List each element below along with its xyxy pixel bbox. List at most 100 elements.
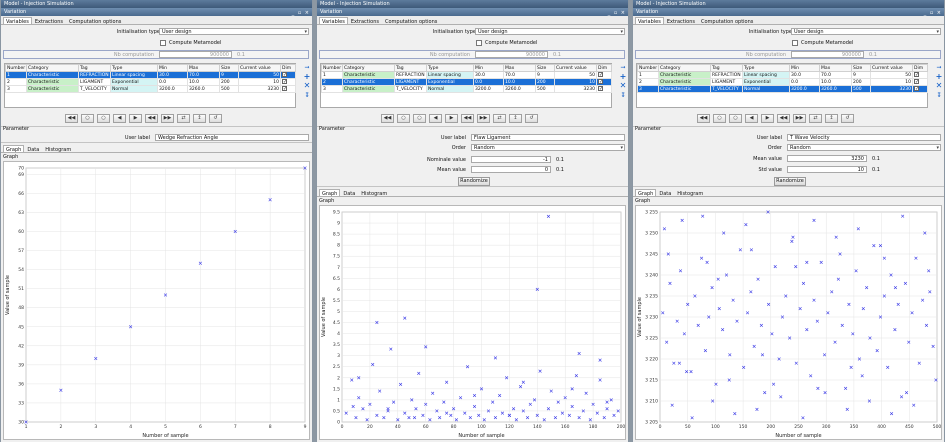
- column-header[interactable]: Type: [742, 64, 790, 72]
- rewind-icon[interactable]: ◀◀: [461, 114, 474, 123]
- table-row[interactable]: 1 Characteristic REFRACTION Linear spacing 3…: [637, 71, 928, 79]
- column-header[interactable]: Category: [342, 64, 395, 72]
- column-header[interactable]: Dim: [280, 64, 296, 72]
- window-controls[interactable]: _ ▫ ×: [292, 9, 310, 17]
- column-header[interactable]: Number: [321, 64, 343, 72]
- column-header[interactable]: Min: [789, 64, 820, 72]
- arrow-down-icon[interactable]: ↧: [619, 92, 627, 100]
- dim-checkbox[interactable]: ✓: [596, 71, 612, 79]
- tab-computation-options[interactable]: Computation options: [698, 17, 756, 25]
- last-icon[interactable]: ▶▶: [793, 114, 806, 123]
- table-row[interactable]: 3 Characteristic T_VELOCITY Normal 3200.0 326…: [321, 85, 612, 93]
- tab-variables[interactable]: Variables: [635, 17, 664, 25]
- dim-checkbox[interactable]: ✓: [912, 85, 928, 93]
- column-header[interactable]: Size: [219, 64, 239, 72]
- swap-icon[interactable]: ⇄: [493, 114, 506, 123]
- add-icon[interactable]: +: [935, 73, 943, 81]
- table-row[interactable]: 3 Characteristic T_VELOCITY Normal 3200.0 326…: [5, 85, 296, 93]
- column-header[interactable]: Max: [503, 64, 536, 72]
- tab-histogram[interactable]: Histogram: [358, 189, 390, 197]
- delete-icon[interactable]: ✕: [935, 82, 943, 90]
- randomize-button[interactable]: Randomize: [458, 177, 490, 186]
- first-icon[interactable]: ◀◀: [381, 114, 394, 123]
- nb-computation-input[interactable]: 900000: [475, 51, 548, 58]
- tab-data[interactable]: Data: [656, 189, 674, 197]
- tab-histogram[interactable]: Histogram: [42, 145, 74, 153]
- user-label-input[interactable]: T Wave Velocity: [787, 134, 941, 141]
- nb-computation-input[interactable]: 900000: [159, 51, 232, 58]
- tab-data[interactable]: Data: [340, 189, 358, 197]
- column-header[interactable]: Max: [819, 64, 852, 72]
- arrow-right-icon[interactable]: ➞: [303, 64, 311, 72]
- first-icon[interactable]: ◀◀: [697, 114, 710, 123]
- column-header[interactable]: Tag: [78, 64, 111, 72]
- arrow-down-icon[interactable]: ↧: [303, 92, 311, 100]
- rewind-icon[interactable]: ◀◀: [145, 114, 158, 123]
- column-header[interactable]: Min: [157, 64, 188, 72]
- init-type-select[interactable]: User design: [159, 28, 309, 35]
- compute-metamodel-checkbox[interactable]: [160, 40, 166, 46]
- rewind-icon[interactable]: ◀◀: [777, 114, 790, 123]
- prev-icon[interactable]: ◀: [429, 114, 442, 123]
- mean-value-input[interactable]: 0: [471, 166, 551, 173]
- tab-histogram[interactable]: Histogram: [674, 189, 706, 197]
- std-value-input[interactable]: 10: [787, 166, 867, 173]
- order-select[interactable]: Random: [471, 144, 625, 151]
- dim-checkbox[interactable]: ✓: [912, 71, 928, 79]
- column-header[interactable]: Type: [426, 64, 474, 72]
- table-row[interactable]: 2 Characteristic LIGAMENT Exponential 0.0 10.…: [321, 78, 612, 86]
- delete-icon[interactable]: ✕: [303, 82, 311, 90]
- arrow-down-icon[interactable]: ↧: [935, 92, 943, 100]
- column-header[interactable]: Current value: [870, 64, 913, 72]
- column-header[interactable]: Tag: [710, 64, 743, 72]
- refresh-icon[interactable]: ↺: [841, 114, 854, 123]
- order-select[interactable]: Random: [787, 144, 941, 151]
- last-icon[interactable]: ▶▶: [161, 114, 174, 123]
- tab-extractions[interactable]: Extractions: [664, 17, 698, 25]
- tab-graph[interactable]: Graph: [319, 189, 341, 197]
- dim-checkbox[interactable]: ✓: [596, 78, 612, 86]
- tab-data[interactable]: Data: [24, 145, 42, 153]
- column-header[interactable]: Tag: [394, 64, 427, 72]
- add-icon[interactable]: +: [303, 73, 311, 81]
- user-label-input[interactable]: Wedge Refraction Angle: [155, 134, 309, 141]
- nb-computation-input[interactable]: 900000: [791, 51, 864, 58]
- circle-alt-icon[interactable]: ○: [413, 114, 426, 123]
- column-header[interactable]: Type: [110, 64, 158, 72]
- column-header[interactable]: Dim: [912, 64, 928, 72]
- table-row[interactable]: 1 Characteristic REFRACTION Linear spacing 3…: [5, 71, 296, 79]
- prev-icon[interactable]: ◀: [745, 114, 758, 123]
- dim-checkbox[interactable]: ✓: [280, 78, 296, 86]
- circle-icon[interactable]: ○: [397, 114, 410, 123]
- compute-metamodel-checkbox[interactable]: [792, 40, 798, 46]
- add-icon[interactable]: +: [619, 73, 627, 81]
- first-icon[interactable]: ◀◀: [65, 114, 78, 123]
- arrow-right-icon[interactable]: ➞: [619, 64, 627, 72]
- init-type-select[interactable]: User design: [791, 28, 941, 35]
- compute-metamodel-checkbox[interactable]: [476, 40, 482, 46]
- column-header[interactable]: Category: [26, 64, 79, 72]
- column-header[interactable]: Size: [851, 64, 871, 72]
- nominal-value-input[interactable]: -1: [471, 156, 551, 163]
- panel-splitter[interactable]: [629, 0, 632, 442]
- tab-computation-options[interactable]: Computation options: [382, 17, 440, 25]
- column-header[interactable]: Min: [473, 64, 504, 72]
- tab-extractions[interactable]: Extractions: [348, 17, 382, 25]
- tab-computation-options[interactable]: Computation options: [66, 17, 124, 25]
- circle-icon[interactable]: ○: [81, 114, 94, 123]
- next-icon[interactable]: ▶: [445, 114, 458, 123]
- table-row[interactable]: 3 Characteristic T_VELOCITY Normal 3200.0 326…: [637, 85, 928, 93]
- swap-icon[interactable]: ⇄: [809, 114, 822, 123]
- tab-variables[interactable]: Variables: [319, 17, 348, 25]
- column-header[interactable]: Dim: [596, 64, 612, 72]
- refresh-icon[interactable]: ↺: [209, 114, 222, 123]
- tab-variables[interactable]: Variables: [3, 17, 32, 25]
- circle-alt-icon[interactable]: ○: [729, 114, 742, 123]
- table-row[interactable]: 1 Characteristic REFRACTION Linear spacing 3…: [321, 71, 612, 79]
- randomize-button[interactable]: Randomize: [774, 177, 806, 186]
- dim-checkbox[interactable]: ✓: [596, 85, 612, 93]
- last-icon[interactable]: ▶▶: [477, 114, 490, 123]
- panel-splitter[interactable]: [313, 0, 316, 442]
- column-header[interactable]: Max: [187, 64, 220, 72]
- user-label-input[interactable]: Flaw Ligament: [471, 134, 625, 141]
